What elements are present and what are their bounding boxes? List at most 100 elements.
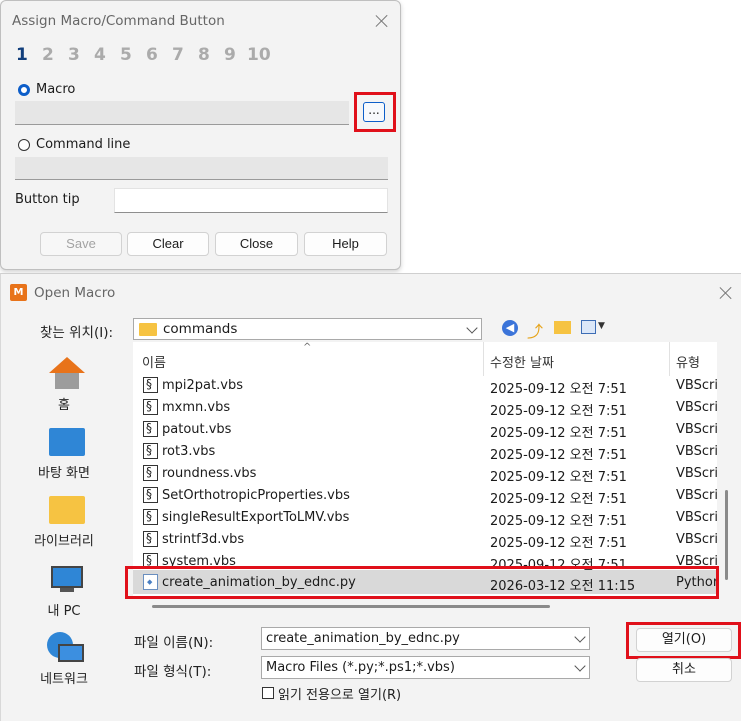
new-folder-icon[interactable] (554, 321, 571, 334)
file-type: VBScri (676, 532, 717, 547)
number-tab-9[interactable]: 9 (224, 45, 236, 65)
look-in-combo[interactable]: commands (133, 318, 482, 340)
selected-file-highlight-box (125, 566, 719, 599)
number-tab-4[interactable]: 4 (94, 45, 106, 65)
file-name: mpi2pat.vbs (162, 378, 243, 393)
file-list[interactable]: 이름 ^ 수정한 날짜 유형 mpi2pat.vbs 2025-09-12 오전 … (133, 342, 717, 598)
file-date: 2025-09-12 오전 7:51 (490, 514, 627, 529)
back-icon[interactable]: ◀ (502, 320, 518, 336)
command-line-field[interactable] (15, 157, 388, 180)
file-type: VBScri (676, 400, 717, 415)
file-name: roundness.vbs (162, 466, 257, 481)
sort-up-icon: ^ (303, 342, 312, 353)
button-tip-input[interactable] (114, 188, 388, 213)
open-button[interactable]: 열기(O) (636, 628, 732, 652)
up-folder-icon[interactable]: ⤴ (527, 318, 543, 342)
number-tab-10[interactable]: 10 (247, 45, 271, 65)
script-file-icon (143, 443, 158, 459)
command-line-radio[interactable] (18, 139, 30, 151)
place-pc-label[interactable]: 내 PC (18, 600, 110, 619)
cancel-button[interactable]: 취소 (636, 658, 732, 682)
place-network-label[interactable]: 네트워크 (18, 668, 110, 687)
help-button[interactable]: Help (304, 232, 387, 256)
script-file-icon (143, 531, 158, 547)
place-home-label[interactable]: 홈 (18, 394, 110, 413)
place-library-label[interactable]: 라이브러리 (18, 530, 110, 549)
assign-macro-dialog: Assign Macro/Command Button 1 2 3 4 5 6 … (0, 0, 401, 270)
network-monitor (58, 644, 84, 662)
file-type: VBScri (676, 466, 717, 481)
file-date: 2025-09-12 오전 7:51 (490, 404, 627, 419)
chevron-down-icon[interactable] (574, 631, 586, 643)
desktop-icon[interactable] (49, 428, 85, 456)
file-row[interactable]: patout.vbs 2025-09-12 오전 7:51 VBScri (133, 418, 717, 441)
file-row[interactable]: roundness.vbs 2025-09-12 오전 7:51 VBScri (133, 462, 717, 485)
filetype-value: Macro Files (*.py;*.ps1;*.vbs) (266, 660, 455, 675)
number-tab-1[interactable]: 1 (16, 45, 28, 65)
file-name: SetOrthotropicProperties.vbs (162, 488, 350, 503)
file-type: VBScri (676, 510, 717, 525)
macro-path-field[interactable] (15, 101, 349, 125)
filename-input[interactable]: create_animation_by_ednc.py (266, 631, 460, 646)
save-button[interactable]: Save (40, 232, 122, 256)
column-divider[interactable] (669, 342, 670, 376)
number-tab-2[interactable]: 2 (42, 45, 54, 65)
view-menu-icon[interactable] (581, 320, 596, 334)
browse-button[interactable]: ... (363, 102, 385, 122)
filetype-label: 파일 형식(T): (134, 664, 212, 680)
this-pc-stand (60, 588, 74, 592)
clear-button[interactable]: Clear (127, 232, 209, 256)
macro-radio[interactable] (18, 84, 30, 96)
this-pc-icon[interactable] (51, 566, 83, 588)
file-name: singleResultExportToLMV.vbs (162, 510, 350, 525)
command-line-label: Command line (36, 137, 131, 152)
chevron-down-icon[interactable] (574, 660, 586, 672)
assign-close-icon[interactable] (374, 13, 390, 29)
file-row[interactable]: singleResultExportToLMV.vbs 2025-09-12 오전… (133, 506, 717, 529)
file-date: 2025-09-12 오전 7:51 (490, 492, 627, 507)
vertical-scrollbar[interactable] (725, 490, 728, 580)
number-tab-3[interactable]: 3 (68, 45, 80, 65)
horizontal-scrollbar[interactable] (152, 605, 550, 608)
button-tip-label: Button tip (15, 192, 80, 207)
file-name: rot3.vbs (162, 444, 216, 459)
file-date: 2025-09-12 오전 7:51 (490, 382, 627, 397)
number-tab-7[interactable]: 7 (172, 45, 184, 65)
number-tab-5[interactable]: 5 (120, 45, 132, 65)
file-date: 2025-09-12 오전 7:51 (490, 448, 627, 463)
script-file-icon (143, 509, 158, 525)
file-name: strintf3d.vbs (162, 532, 245, 547)
library-icon[interactable] (49, 496, 85, 524)
script-file-icon (143, 421, 158, 437)
readonly-checkbox[interactable] (262, 687, 274, 699)
chevron-down-icon[interactable] (466, 322, 478, 334)
filename-combo[interactable]: create_animation_by_ednc.py (261, 627, 590, 650)
script-file-icon (143, 465, 158, 481)
look-in-value: commands (163, 321, 238, 337)
file-row[interactable]: SetOrthotropicProperties.vbs 2025-09-12 오… (133, 484, 717, 507)
close-button[interactable]: Close (215, 232, 298, 256)
column-divider[interactable] (483, 342, 484, 376)
column-date-header[interactable]: 수정한 날짜 (490, 352, 554, 371)
assign-dialog-title: Assign Macro/Command Button (12, 13, 225, 29)
file-name: mxmn.vbs (162, 400, 231, 415)
script-file-icon (143, 377, 158, 393)
app-icon: M (10, 284, 27, 301)
file-type: VBScri (676, 378, 717, 393)
number-tab-8[interactable]: 8 (198, 45, 210, 65)
filetype-combo[interactable]: Macro Files (*.py;*.ps1;*.vbs) (261, 656, 590, 679)
view-dropdown-icon[interactable]: ▼ (598, 321, 605, 331)
file-row[interactable]: rot3.vbs 2025-09-12 오전 7:51 VBScri (133, 440, 717, 463)
place-desktop-label[interactable]: 바탕 화면 (18, 462, 110, 481)
file-row[interactable]: mpi2pat.vbs 2025-09-12 오전 7:51 VBScri (133, 374, 717, 397)
file-row[interactable]: mxmn.vbs 2025-09-12 오전 7:51 VBScri (133, 396, 717, 419)
column-name-header[interactable]: 이름 (142, 352, 166, 371)
file-row[interactable]: strintf3d.vbs 2025-09-12 오전 7:51 VBScri (133, 528, 717, 551)
look-in-label: 찾는 위치(I): (40, 325, 114, 341)
number-tab-6[interactable]: 6 (146, 45, 158, 65)
home-icon[interactable] (49, 357, 85, 389)
column-type-header[interactable]: 유형 (676, 352, 700, 371)
file-date: 2025-09-12 오전 7:51 (490, 536, 627, 551)
script-file-icon (143, 487, 158, 503)
open-close-icon[interactable] (718, 285, 734, 301)
